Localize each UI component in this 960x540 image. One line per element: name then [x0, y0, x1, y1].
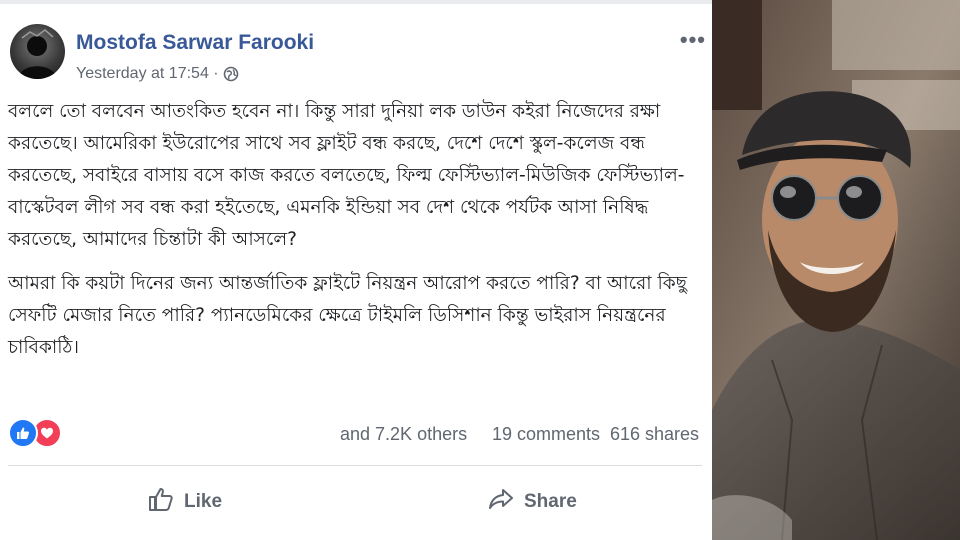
like-label: Like — [184, 491, 223, 512]
reactions-count[interactable]: and 7.2K others — [340, 424, 467, 445]
post-body: বললে তো বলবেন আতংকিত হবেন না। কিন্তু সার… — [8, 96, 706, 376]
globe-icon[interactable] — [223, 66, 239, 82]
avatar[interactable] — [10, 24, 65, 79]
like-reaction-icon — [8, 418, 38, 448]
like-button[interactable]: Like — [148, 486, 222, 518]
portrait-image — [712, 0, 960, 540]
divider — [8, 465, 702, 466]
author-name[interactable]: Mostofa Sarwar Farooki — [76, 31, 314, 55]
author-photo — [712, 0, 960, 540]
share-button[interactable]: Share — [488, 486, 577, 518]
post-paragraph: আমরা কি কয়টা দিনের জন্য আন্তর্জাতিক ফ্ল… — [8, 273, 687, 358]
facebook-post: Mostofa Sarwar Farooki Yesterday at 17:5… — [0, 0, 712, 540]
avatar-silhouette-icon — [18, 29, 57, 79]
post-meta: Yesterday at 17:54 · — [76, 65, 239, 83]
thumbs-up-icon — [148, 486, 174, 518]
reaction-icons[interactable] — [8, 418, 62, 448]
timestamp[interactable]: Yesterday at 17:54 · — [76, 65, 219, 83]
post-paragraph: বললে তো বলবেন আতংকিত হবেন না। কিন্তু সার… — [8, 101, 685, 250]
more-options-icon[interactable]: ••• — [680, 27, 706, 53]
comments-count[interactable]: 19 comments — [492, 424, 600, 445]
top-strip — [0, 0, 712, 4]
share-arrow-icon — [488, 486, 514, 518]
share-label: Share — [524, 491, 577, 512]
shares-count[interactable]: 616 shares — [610, 424, 699, 445]
